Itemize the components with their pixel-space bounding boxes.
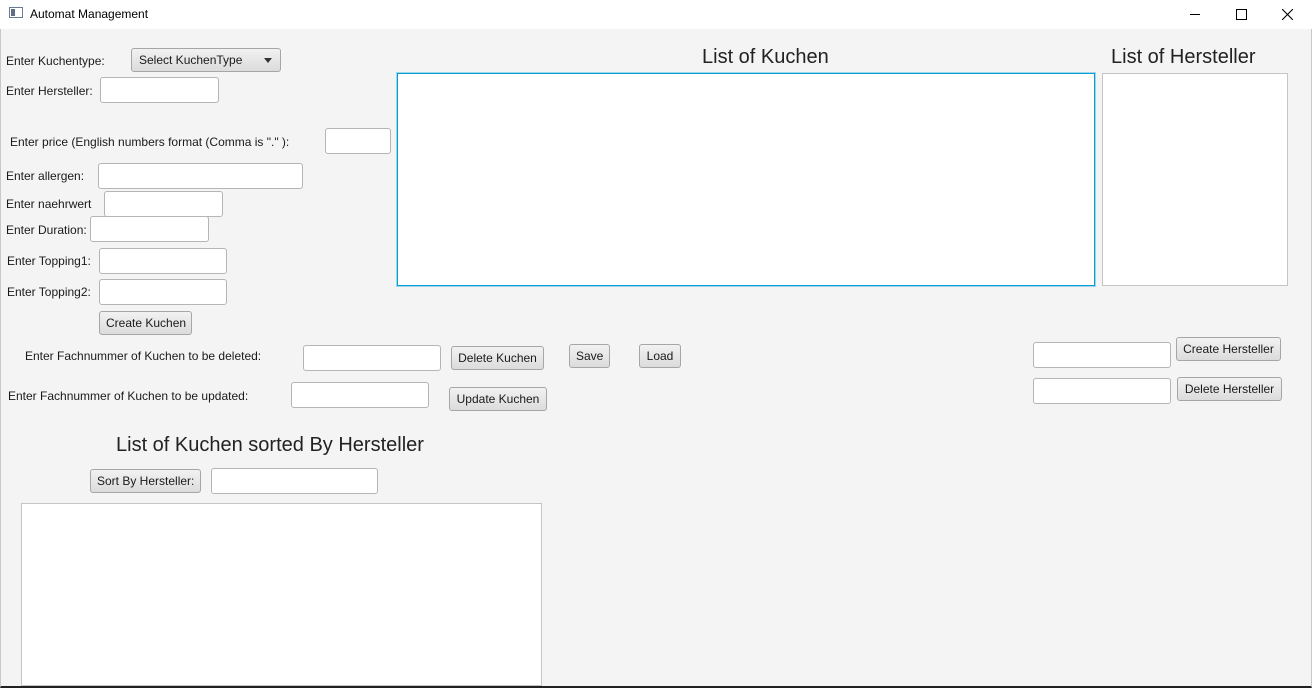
kuchentype-label: Enter Kuchentype: <box>6 54 105 68</box>
delete-fachnummer-label: Enter Fachnummer of Kuchen to be deleted… <box>25 349 262 363</box>
sort-hersteller-input[interactable] <box>211 468 378 494</box>
delete-hersteller-button[interactable]: Delete Hersteller <box>1177 377 1282 401</box>
hersteller-label: Enter Hersteller: <box>6 84 93 98</box>
minimize-button[interactable] <box>1173 0 1219 29</box>
topping2-label: Enter Topping2: <box>7 285 91 299</box>
create-hersteller-input[interactable] <box>1033 342 1171 368</box>
delete-fachnummer-input[interactable] <box>303 345 441 371</box>
app-window-icon <box>9 7 23 18</box>
hersteller-input[interactable] <box>100 77 219 103</box>
topping1-label: Enter Topping1: <box>7 254 91 268</box>
sorted-kuchen-list[interactable] <box>21 503 542 686</box>
allergen-input[interactable] <box>98 163 303 189</box>
naehrwert-input[interactable] <box>104 191 223 217</box>
close-button[interactable] <box>1265 0 1311 29</box>
price-label: Enter price (English numbers format (Com… <box>10 135 290 149</box>
minimize-icon <box>1190 14 1200 15</box>
title-bar: Automat Management <box>0 0 1312 29</box>
update-fachnummer-label: Enter Fachnummer of Kuchen to be updated… <box>8 389 249 403</box>
update-fachnummer-input[interactable] <box>291 382 429 408</box>
update-kuchen-button[interactable]: Update Kuchen <box>449 387 547 411</box>
kuchen-list[interactable] <box>397 73 1095 286</box>
chevron-down-icon <box>264 58 272 63</box>
topping2-input[interactable] <box>99 279 227 305</box>
save-button[interactable]: Save <box>569 344 610 368</box>
delete-kuchen-button[interactable]: Delete Kuchen <box>451 346 544 370</box>
hersteller-list[interactable] <box>1102 73 1288 286</box>
load-button[interactable]: Load <box>639 344 681 368</box>
duration-input[interactable] <box>90 216 209 242</box>
kuchentype-select-value: Select KuchenType <box>139 53 243 67</box>
hersteller-list-heading: List of Hersteller <box>1111 46 1256 68</box>
sorted-list-heading: List of Kuchen sorted By Hersteller <box>116 434 424 456</box>
kuchen-list-heading: List of Kuchen <box>702 46 829 68</box>
close-icon <box>1282 9 1293 20</box>
price-input[interactable] <box>325 128 391 154</box>
create-kuchen-button[interactable]: Create Kuchen <box>99 311 192 335</box>
topping1-input[interactable] <box>99 248 227 274</box>
maximize-icon <box>1236 9 1247 20</box>
maximize-button[interactable] <box>1219 0 1265 29</box>
kuchentype-select[interactable]: Select KuchenType <box>131 48 281 72</box>
create-hersteller-button[interactable]: Create Hersteller <box>1176 337 1281 361</box>
duration-label: Enter Duration: <box>6 223 87 237</box>
window-title: Automat Management <box>30 7 149 21</box>
sort-by-hersteller-button[interactable]: Sort By Hersteller: <box>90 469 201 493</box>
delete-hersteller-input[interactable] <box>1033 378 1171 404</box>
allergen-label: Enter allergen: <box>6 169 85 183</box>
naehrwert-label: Enter naehrwert <box>6 197 92 211</box>
